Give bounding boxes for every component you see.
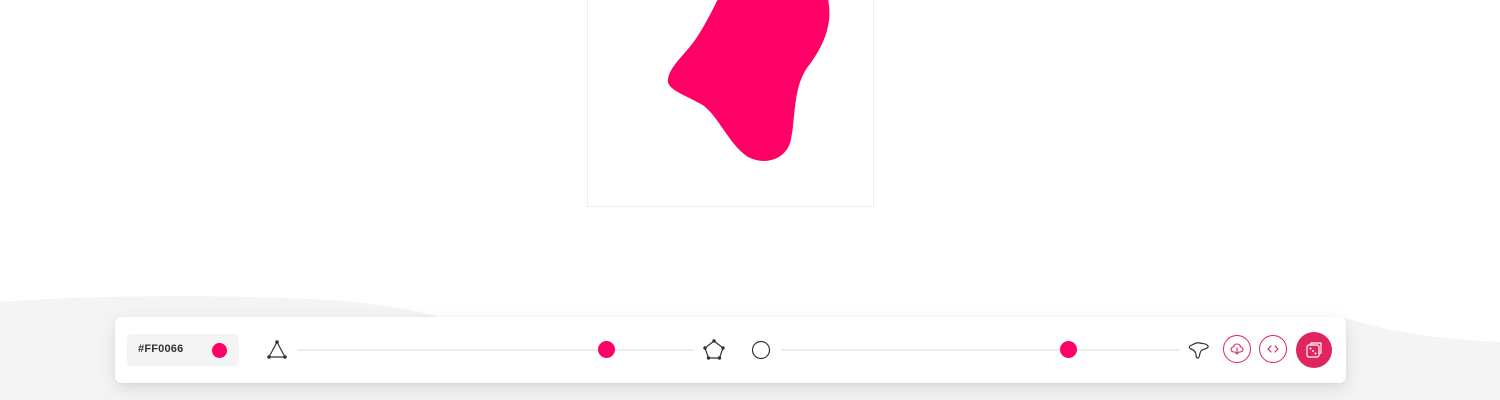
color-picker[interactable]: #FF0066: [127, 334, 239, 366]
randomness-slider-track: [781, 349, 1180, 351]
color-swatch[interactable]: [212, 343, 227, 358]
triangle-nodes-icon: [266, 340, 288, 365]
toolbar: #FF0066: [115, 317, 1346, 383]
download-button[interactable]: [1223, 335, 1251, 363]
complexity-slider-thumb[interactable]: [598, 341, 616, 358]
blob-generator-page: #FF0066: [0, 0, 1500, 400]
code-button[interactable]: [1259, 335, 1287, 363]
blob-shape: [667, 0, 830, 161]
code-icon: [1267, 345, 1279, 353]
dice-icon: [1306, 342, 1322, 358]
circle-icon: [751, 340, 771, 365]
randomize-button[interactable]: [1296, 332, 1332, 368]
complexity-slider-track: [297, 349, 694, 351]
blob-canvas: [587, 0, 874, 207]
randomness-slider-thumb[interactable]: [1059, 341, 1077, 358]
color-hex-value: #FF0066: [138, 343, 184, 355]
irregular-blob-icon: [1188, 340, 1210, 365]
pentagon-nodes-icon: [703, 339, 725, 366]
randomness-slider[interactable]: [781, 341, 1180, 359]
download-icon: [1230, 343, 1244, 355]
complexity-slider[interactable]: [297, 341, 694, 359]
blob-path: [667, 0, 830, 161]
